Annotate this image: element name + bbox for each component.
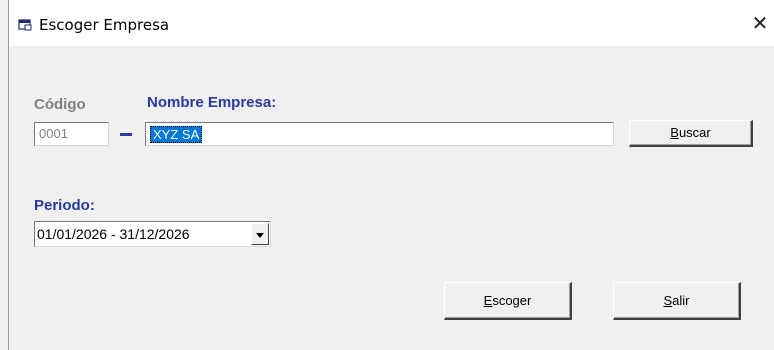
nombre-empresa-label: Nombre Empresa: (147, 94, 277, 111)
escoger-label: scoger (492, 293, 532, 308)
codigo-field[interactable]: 0001 (34, 122, 109, 146)
escoger-mnemonic: E (483, 293, 493, 308)
title-bar: Escoger Empresa ✕ (9, 0, 774, 46)
salir-button[interactable]: Salir (613, 282, 741, 320)
periodo-label: Periodo: (34, 197, 95, 214)
escoger-empresa-dialog: Escoger Empresa ✕ Código Nombre Empresa:… (0, 0, 774, 350)
chevron-down-icon (256, 233, 264, 238)
salir-label: alir (672, 293, 690, 308)
window-title: Escoger Empresa (39, 16, 170, 34)
salir-mnemonic: S (663, 293, 673, 308)
buscar-button[interactable]: Buscar (629, 120, 753, 147)
window-app-icon (18, 18, 32, 31)
window-border (8, 0, 9, 350)
close-icon[interactable]: ✕ (750, 13, 770, 33)
periodo-dropdown-button[interactable] (251, 223, 269, 245)
escoger-button[interactable]: Escoger (444, 282, 572, 320)
nombre-empresa-value: XYZ SA (150, 126, 203, 143)
periodo-value: 01/01/2026 - 31/12/2026 (37, 226, 190, 242)
nombre-empresa-field[interactable]: XYZ SA (145, 122, 614, 146)
periodo-select[interactable]: 01/01/2026 - 31/12/2026 (34, 221, 271, 247)
separator-dash (120, 133, 132, 136)
buscar-mnemonic: B (670, 125, 679, 140)
codigo-label: Código (34, 96, 86, 113)
buscar-label: uscar (678, 125, 711, 140)
